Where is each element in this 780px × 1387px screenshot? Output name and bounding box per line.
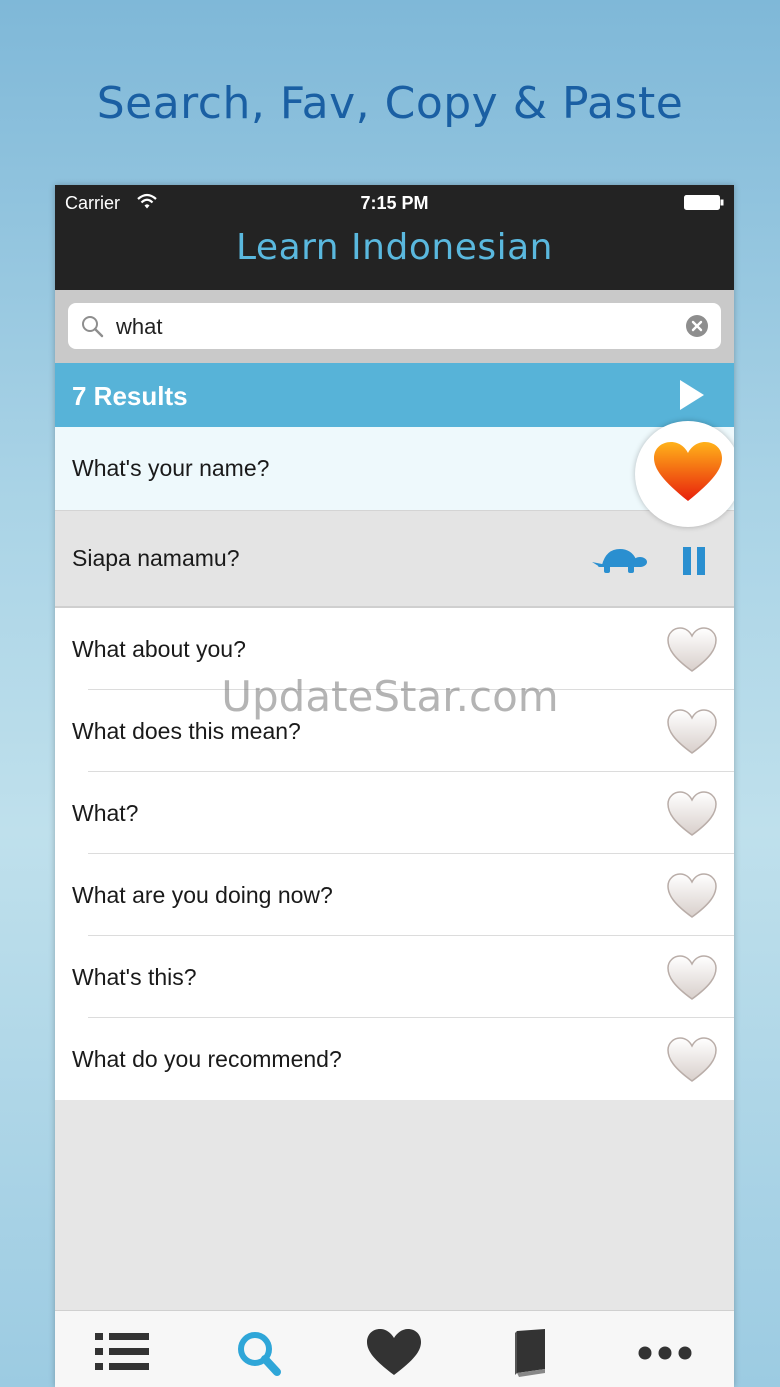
- promo-headline: Search, Fav, Copy & Paste: [96, 78, 684, 129]
- phrase-text: What about you?: [72, 636, 246, 662]
- search-query[interactable]: what: [116, 314, 162, 340]
- phone-screen: Carrier 7:15 PM Learn Indonesian what 7 …: [55, 185, 734, 1387]
- phrase-text: What are you doing now?: [72, 882, 333, 908]
- list-icon: [95, 1333, 149, 1370]
- tab-more[interactable]: [637, 1329, 693, 1377]
- translation-row[interactable]: Siapa namamu?: [55, 511, 734, 608]
- phrase-text: What's this?: [72, 964, 197, 990]
- more-icon: [638, 1346, 692, 1360]
- phrase-text: What's your name?: [72, 455, 270, 481]
- favorite-button[interactable]: [635, 421, 734, 527]
- heart-outline-icon[interactable]: [667, 1037, 717, 1083]
- slow-play-turtle-icon[interactable]: [588, 547, 648, 575]
- favorite-heart-icon: [654, 442, 722, 501]
- tab-phrasebook[interactable]: [95, 1329, 151, 1377]
- heart-icon: [367, 1329, 421, 1375]
- list-item[interactable]: What are you doing now?: [55, 854, 734, 936]
- play-all-icon[interactable]: [680, 380, 704, 410]
- tab-search[interactable]: [231, 1329, 287, 1377]
- book-icon: [515, 1329, 545, 1377]
- heart-outline-icon[interactable]: [667, 791, 717, 837]
- search-icon: [238, 1332, 281, 1376]
- tab-favorites[interactable]: [366, 1329, 422, 1377]
- results-count: 7 Results: [72, 381, 188, 411]
- navigation-bar: Carrier 7:15 PM Learn Indonesian: [55, 185, 734, 290]
- clear-icon[interactable]: [685, 314, 709, 338]
- clock: 7:15 PM: [360, 193, 429, 213]
- heart-outline-icon[interactable]: [667, 873, 717, 919]
- results-header: 7 Results: [55, 363, 734, 427]
- heart-outline-icon[interactable]: [667, 955, 717, 1001]
- pause-icon[interactable]: [682, 547, 706, 575]
- status-bar: Carrier 7:15 PM: [55, 185, 734, 219]
- phrase-text: What?: [72, 800, 139, 826]
- search-input[interactable]: what: [68, 303, 721, 349]
- translation-text: Siapa namamu?: [72, 545, 240, 571]
- battery-icon: [684, 195, 724, 210]
- phrase-text: What do you recommend?: [72, 1046, 342, 1072]
- list-item[interactable]: What's this?: [55, 936, 734, 1018]
- heart-outline-icon[interactable]: [667, 627, 717, 673]
- phrase-text: What does this mean?: [72, 718, 301, 744]
- selected-phrase-row[interactable]: What's your name?: [55, 427, 734, 511]
- tab-dictionary[interactable]: [503, 1329, 559, 1377]
- list-item[interactable]: What do you recommend?: [55, 1018, 734, 1100]
- app-title: Learn Indonesian: [236, 227, 553, 268]
- search-bar: what: [55, 290, 734, 363]
- tab-bar: [55, 1310, 734, 1387]
- watermark: UpdateStar.com: [221, 672, 559, 721]
- search-icon: [82, 316, 104, 338]
- list-item[interactable]: What?: [55, 772, 734, 854]
